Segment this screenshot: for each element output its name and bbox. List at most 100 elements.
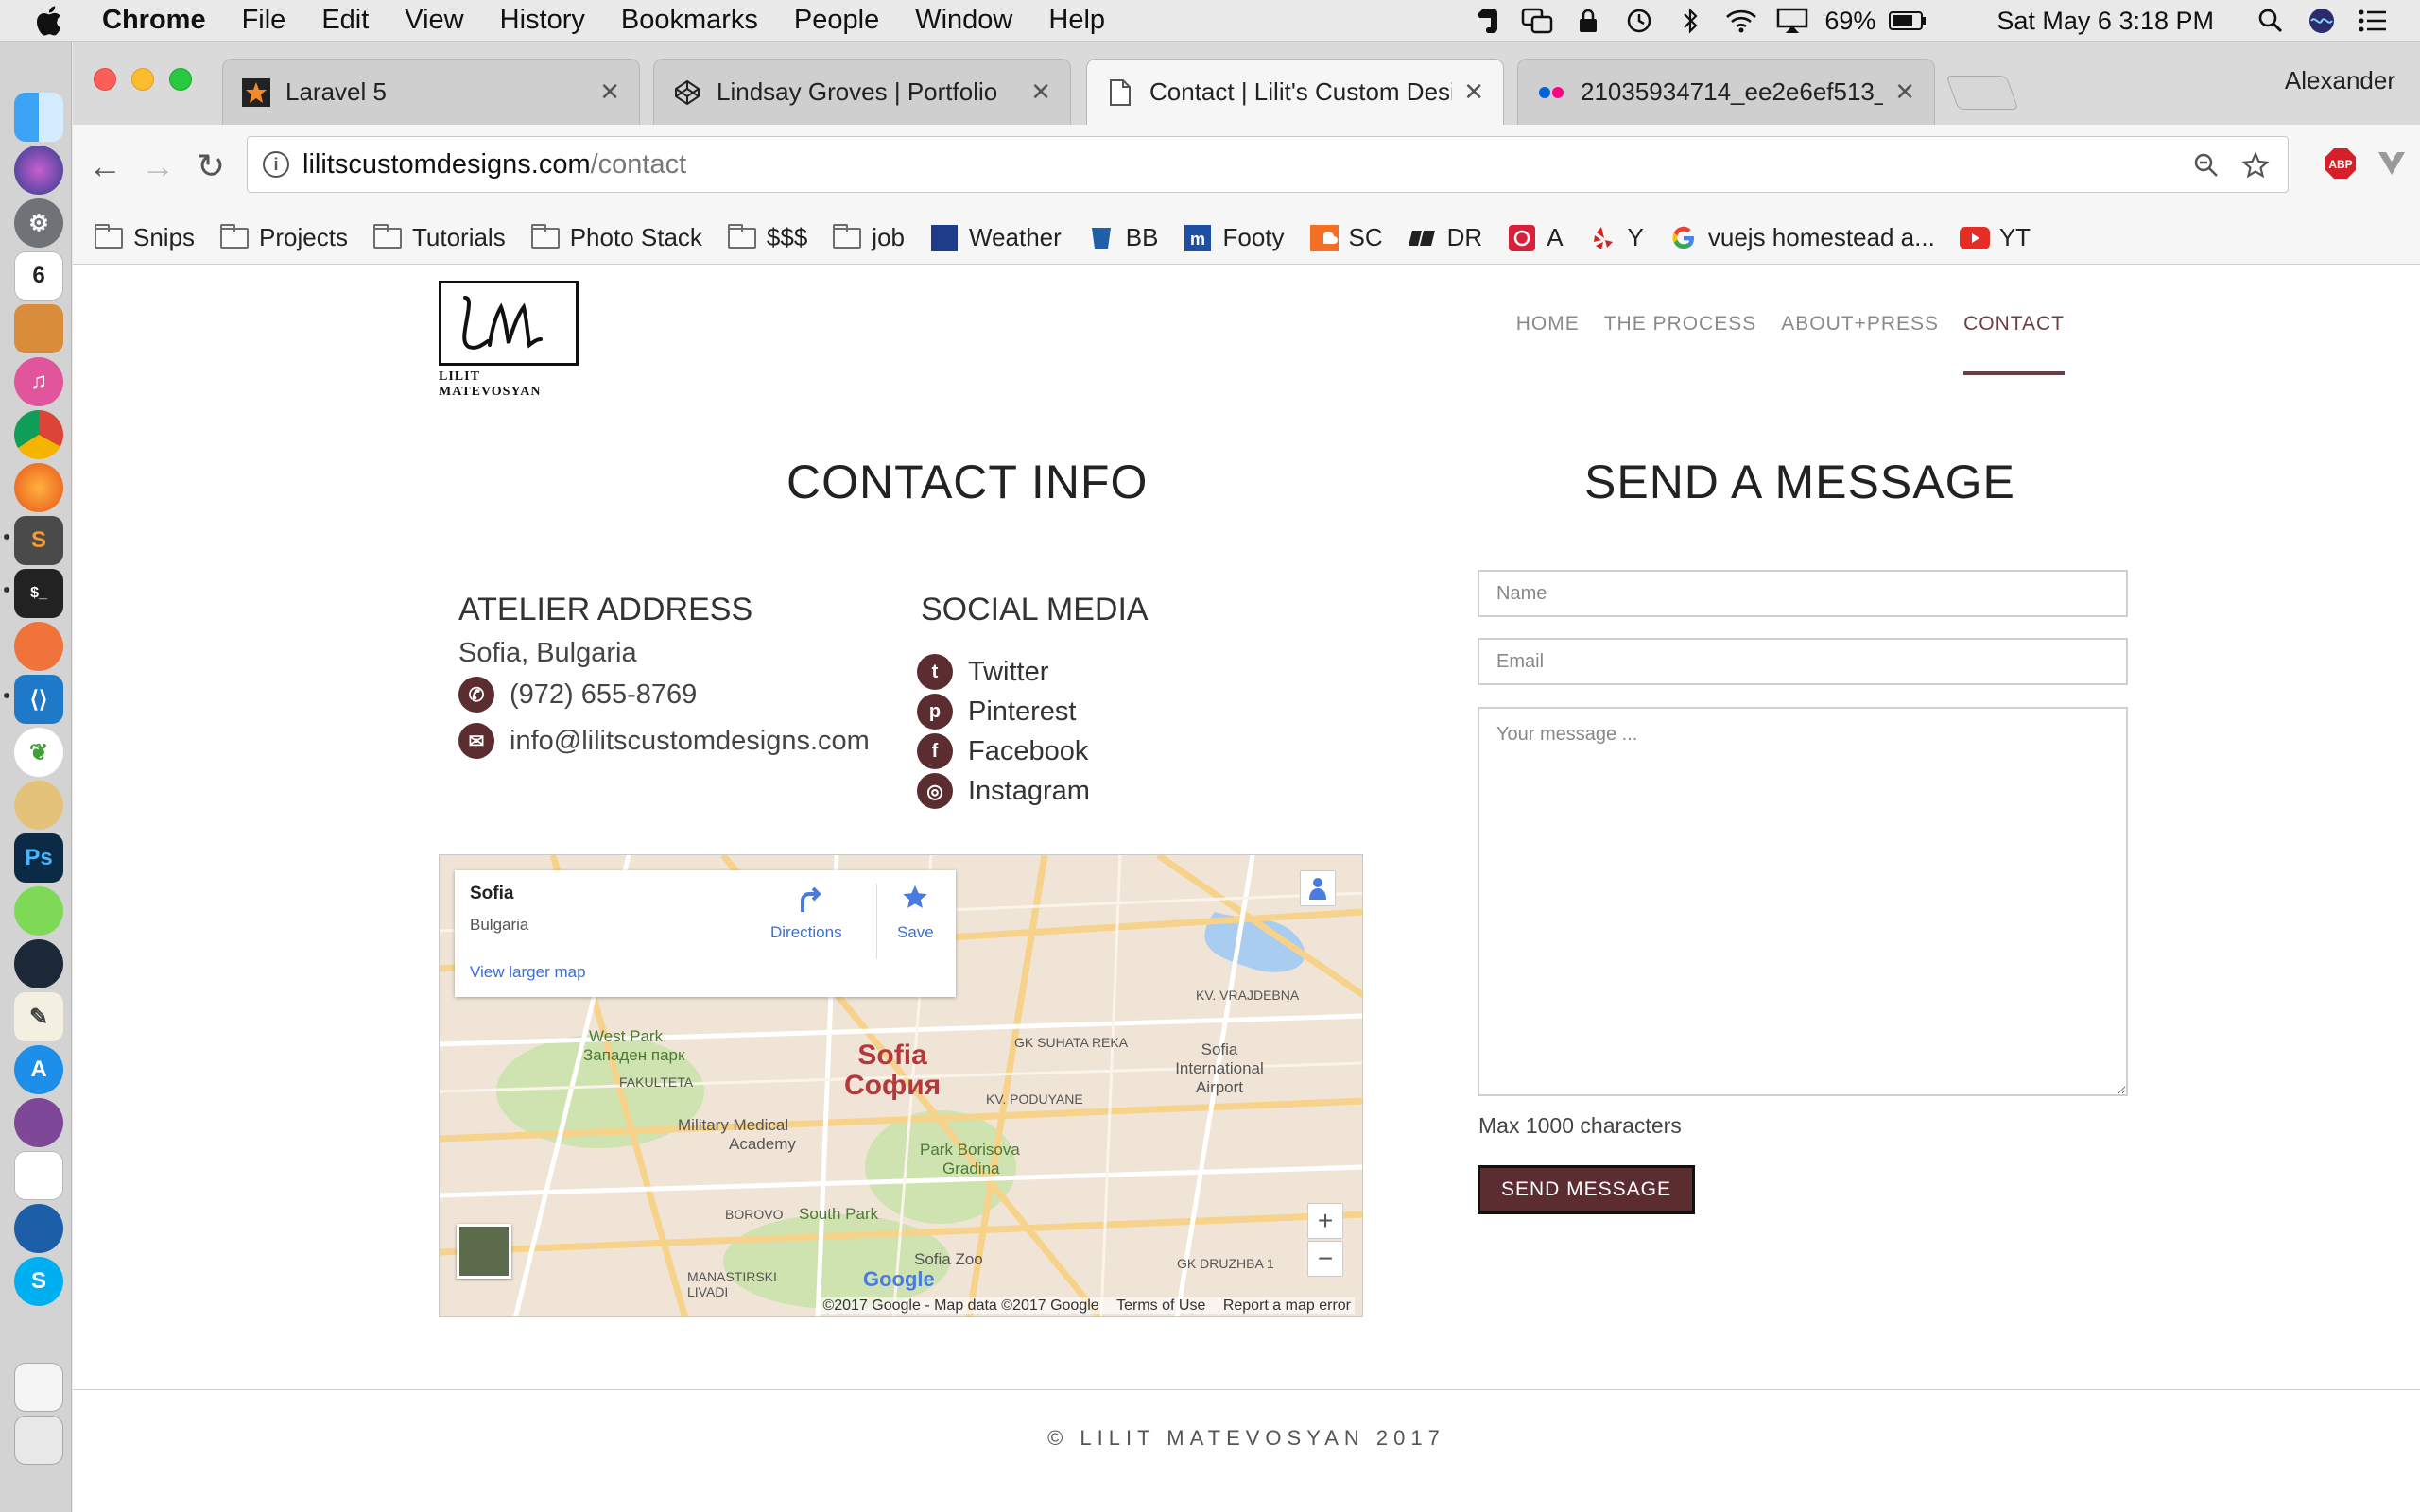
bookmark-vuejs[interactable]: vuejs homestead a... — [1668, 223, 1935, 252]
bookmark-dr[interactable]: DR — [1408, 223, 1482, 252]
textedit-icon[interactable]: ✎ — [14, 992, 63, 1041]
site-logo[interactable]: LILIT MATEVOSYAN — [439, 281, 580, 399]
new-tab-button[interactable] — [1945, 76, 2019, 110]
back-button[interactable]: ← — [84, 146, 126, 187]
bookmark-weather[interactable]: Weather — [929, 223, 1062, 252]
bookmark-footy[interactable]: m Footy — [1183, 223, 1285, 252]
adblock-plus-icon[interactable]: ABP — [2321, 144, 2360, 183]
tor-icon[interactable] — [14, 1098, 63, 1147]
menu-view[interactable]: View — [405, 5, 463, 36]
directions-link[interactable]: Directions — [770, 923, 842, 942]
google-map[interactable]: West Park Западен парк Military Medical … — [439, 854, 1363, 1317]
info-icon[interactable]: i — [263, 151, 289, 178]
menu-icon[interactable] — [2413, 144, 2420, 183]
vue-devtools-icon[interactable] — [2372, 144, 2411, 183]
menu-help[interactable]: Help — [1048, 5, 1105, 36]
bookmark-job[interactable]: job — [832, 223, 905, 252]
minimize-window-button[interactable] — [131, 68, 154, 91]
social-twitter[interactable]: t Twitter — [917, 654, 1048, 690]
battery-icon[interactable] — [1889, 7, 1927, 35]
chrome-icon[interactable] — [14, 410, 63, 459]
menu-people[interactable]: People — [794, 5, 879, 36]
satellite-toggle[interactable] — [457, 1224, 511, 1279]
close-tab-icon[interactable]: ✕ — [599, 77, 620, 107]
vscode-icon[interactable]: ⟨⟩ — [14, 675, 63, 724]
social-pinterest[interactable]: p Pinterest — [917, 694, 1076, 730]
trash-icon[interactable] — [14, 1416, 63, 1465]
document-icon[interactable] — [14, 1363, 63, 1412]
directions-icon[interactable] — [797, 884, 825, 919]
bookmark-photo-stack[interactable]: Photo Stack — [530, 223, 702, 252]
spotlight-icon[interactable] — [2252, 7, 2290, 35]
battery-percent[interactable]: 69% — [1824, 7, 1876, 36]
address-bar[interactable]: i lilitscustomdesigns.com/contact — [247, 136, 2289, 193]
map-report-link[interactable]: Report a map error — [1223, 1297, 1351, 1314]
view-larger-map-link[interactable]: View larger map — [470, 963, 586, 982]
zoom-window-button[interactable] — [169, 68, 192, 91]
firefox-icon[interactable] — [14, 463, 63, 512]
screens-icon[interactable] — [1518, 7, 1556, 35]
tab-flickr[interactable]: 21035934714_ee2e6ef513_k ✕ — [1517, 59, 1935, 125]
name-input[interactable] — [1478, 570, 2128, 617]
nav-contact[interactable]: CONTACT — [1963, 313, 2065, 375]
nav-the-process[interactable]: THE PROCESS — [1604, 313, 1757, 375]
activity-monitor-icon[interactable] — [14, 1151, 63, 1200]
app-store-icon[interactable]: A — [14, 1045, 63, 1094]
system-preferences-icon[interactable]: ⚙ — [14, 198, 63, 248]
quicktime-icon[interactable] — [14, 1204, 63, 1253]
menubar-clock[interactable]: Sat May 6 3:18 PM — [1996, 7, 2214, 36]
siri-menubar-icon[interactable] — [2303, 7, 2341, 35]
close-tab-icon[interactable]: ✕ — [1030, 77, 1051, 107]
social-facebook[interactable]: f Facebook — [917, 733, 1088, 769]
notification-center-icon[interactable] — [2354, 7, 2392, 35]
email-address[interactable]: info@lilitscustomdesigns.com — [510, 726, 870, 757]
steam-icon[interactable] — [14, 939, 63, 988]
mongodb-icon[interactable]: ❦ — [14, 728, 63, 777]
send-message-button[interactable]: SEND MESSAGE — [1478, 1165, 1695, 1214]
menu-file[interactable]: File — [242, 5, 286, 36]
close-window-button[interactable] — [94, 68, 116, 91]
bookmark-money[interactable]: $$$ — [727, 223, 807, 252]
pegman-icon[interactable] — [1300, 870, 1336, 906]
time-machine-icon[interactable] — [1620, 7, 1658, 35]
tab-portfolio[interactable]: Lindsay Groves | Portfolio ✕ — [653, 59, 1071, 125]
menu-app-name[interactable]: Chrome — [102, 5, 206, 36]
social-instagram[interactable]: ◎ Instagram — [917, 773, 1090, 809]
postman-icon[interactable] — [14, 622, 63, 671]
calendar-icon[interactable]: 6 — [14, 251, 63, 301]
apple-menu-icon[interactable] — [34, 5, 76, 37]
bookmark-tutorials[interactable]: Tutorials — [372, 223, 506, 252]
terminal-icon[interactable]: $_ — [14, 569, 63, 618]
evernote-icon[interactable] — [1467, 7, 1505, 35]
airplay-icon[interactable] — [1773, 7, 1811, 35]
menu-bookmarks[interactable]: Bookmarks — [621, 5, 758, 36]
bookmark-yt[interactable]: YT — [1959, 223, 2031, 252]
bookmark-sc[interactable]: SC — [1309, 223, 1383, 252]
skype-icon[interactable]: S — [14, 1257, 63, 1306]
forward-button[interactable]: → — [137, 146, 179, 187]
menu-edit[interactable]: Edit — [321, 5, 369, 36]
wifi-icon[interactable] — [1722, 7, 1760, 35]
bookmark-y[interactable]: Y — [1588, 223, 1644, 252]
close-tab-icon[interactable]: ✕ — [1463, 77, 1484, 107]
save-link[interactable]: Save — [897, 923, 934, 942]
bluetooth-icon[interactable] — [1671, 7, 1709, 35]
bookmark-bb[interactable]: BB — [1086, 223, 1158, 252]
nav-about-press[interactable]: ABOUT+PRESS — [1781, 313, 1939, 375]
map-terms-link[interactable]: Terms of Use — [1116, 1297, 1205, 1314]
bookmark-snips[interactable]: Snips — [94, 223, 195, 252]
zoom-out-button[interactable]: − — [1307, 1241, 1343, 1277]
email-input[interactable] — [1478, 638, 2128, 685]
lock-icon[interactable] — [1569, 7, 1607, 35]
sequel-pro-icon[interactable] — [14, 781, 63, 830]
menu-history[interactable]: History — [500, 5, 585, 36]
nav-home[interactable]: HOME — [1516, 313, 1580, 375]
sublime-text-icon[interactable]: S — [14, 516, 63, 565]
messages-icon[interactable] — [14, 886, 63, 936]
zoom-in-button[interactable]: + — [1307, 1203, 1343, 1239]
save-star-icon[interactable] — [901, 884, 929, 917]
itunes-icon[interactable]: ♫ — [14, 357, 63, 406]
siri-icon[interactable] — [14, 146, 63, 195]
tab-laravel[interactable]: Laravel 5 ✕ — [222, 59, 640, 125]
bookmark-projects[interactable]: Projects — [219, 223, 348, 252]
